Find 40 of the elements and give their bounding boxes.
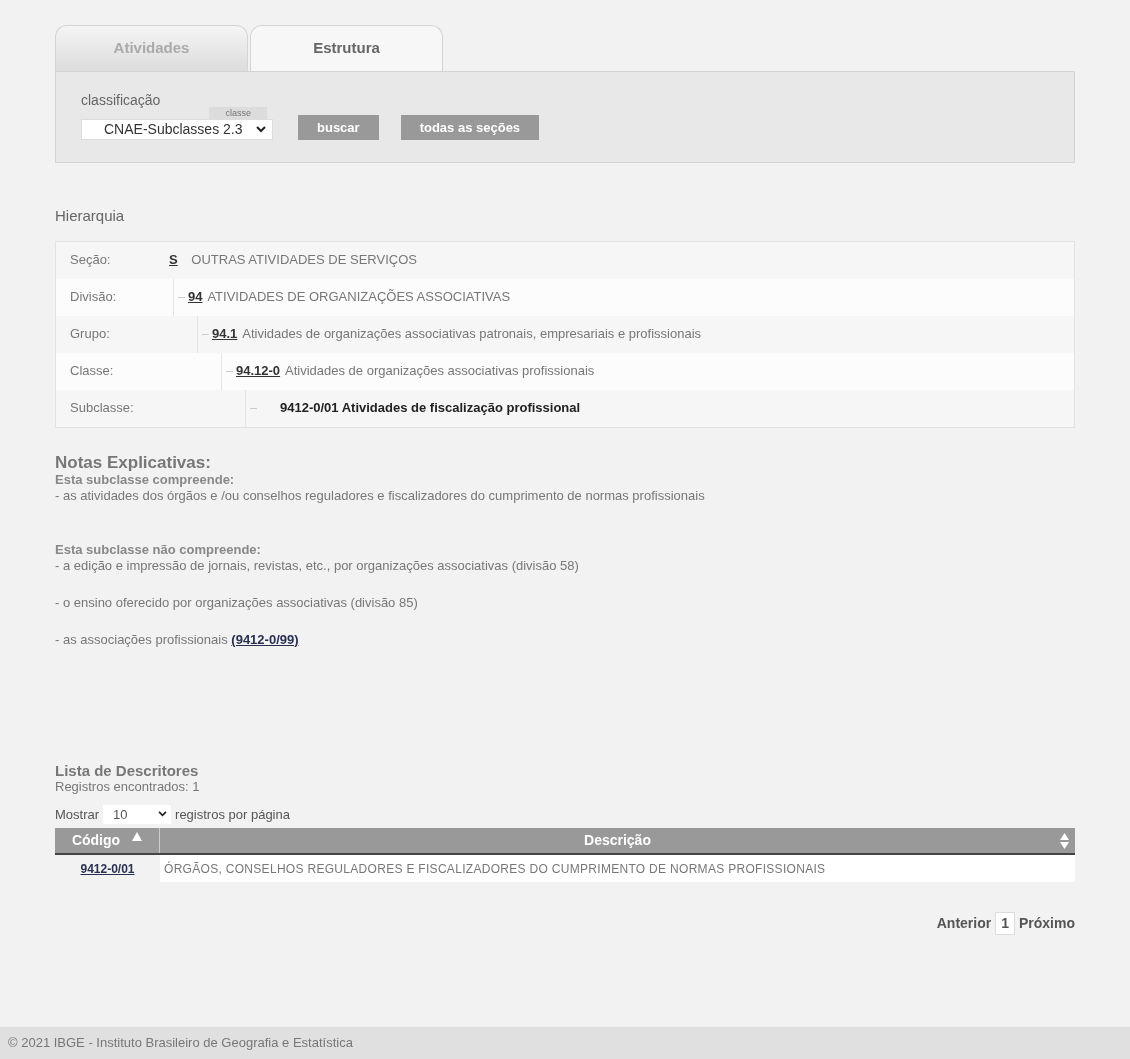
- tab[interactable]: Estrutura: [250, 25, 443, 71]
- note-link[interactable]: (9412-0/99): [231, 631, 299, 647]
- record-count: Registros encontrados: 1: [55, 778, 201, 795]
- note-text: - as atividades dos órgãos e /ou conselhos reguladores e fiscalizadores do cumprimento de normas profissionais: [55, 487, 706, 504]
- note-text: - o ensino oferecido por organizações associativas (divisão 85): [55, 594, 419, 611]
- level-text: S OUTRAS ATIVIDADES DE SERVIÇOS: [168, 251, 417, 270]
- level-label: Divisão:: [69, 288, 118, 307]
- level-text: 94.12-0 Atividades de organizações associativas profissionais: [236, 362, 595, 381]
- level-code-link[interactable]: 94.12-0: [236, 363, 281, 379]
- note-text: - as associações profissionais (9412-0/99): [55, 631, 300, 648]
- section-heading: Lista de Descritores: [55, 761, 200, 779]
- show-suffix: registros por página: [175, 805, 290, 824]
- table-cell: ÓRGÃOS, CONSELHOS REGULADORES E FISCALIZADORES DO CUMPRIMENTO DE NORMAS PROFISSIONAIS: [160, 855, 1075, 882]
- page-size-select[interactable]: 10: [103, 804, 172, 824]
- level-label: Subclasse:: [69, 399, 135, 418]
- note-text: - a edição e impressão de jornais, revistas, etc., por organizações associativas (divisão 58): [55, 557, 580, 574]
- page-link[interactable]: 1: [995, 912, 1015, 935]
- code-link[interactable]: 9412-0/01: [80, 859, 135, 878]
- level-code-link[interactable]: 94.1: [212, 326, 238, 342]
- next-link[interactable]: Próximo: [1019, 913, 1075, 934]
- current-level-text: 9412-0/01 Atividades de fiscalização profissional: [279, 399, 581, 418]
- level-code-link[interactable]: 94: [188, 289, 203, 305]
- previous-link[interactable]: Anterior: [936, 913, 992, 934]
- level-label: Classe:: [69, 362, 115, 381]
- level-text: 94 ATIVIDADES DE ORGANIZAÇÕES ASSOCIATIVAS: [188, 288, 511, 307]
- level-code-link[interactable]: S: [169, 252, 178, 268]
- chevron-down-icon: [256, 126, 266, 133]
- notes-heading: Notas Explicativas:: [55, 453, 212, 472]
- section-heading: Hierarquia: [55, 206, 126, 226]
- chevron-down-icon: [158, 811, 168, 818]
- notes-subheading: Esta subclasse compreende:: [55, 471, 236, 488]
- field-hint: classe: [209, 107, 267, 119]
- notes-subheading: Esta subclasse não compreende:: [55, 541, 262, 558]
- field-label: classificação: [81, 91, 162, 110]
- level-label: Grupo:: [69, 325, 111, 344]
- show-label: Mostrar: [55, 805, 100, 824]
- level-text: 94.1 Atividades de organizações associativas patronais, empresariais e profissionais: [212, 325, 702, 344]
- footer-text: © 2021 IBGE - Instituto Brasileiro de Geografia e Estatística: [8, 1034, 353, 1053]
- level-label: Seção:: [69, 251, 112, 270]
- classification-select[interactable]: CNAE-Subclasses 2.3: [81, 119, 273, 140]
